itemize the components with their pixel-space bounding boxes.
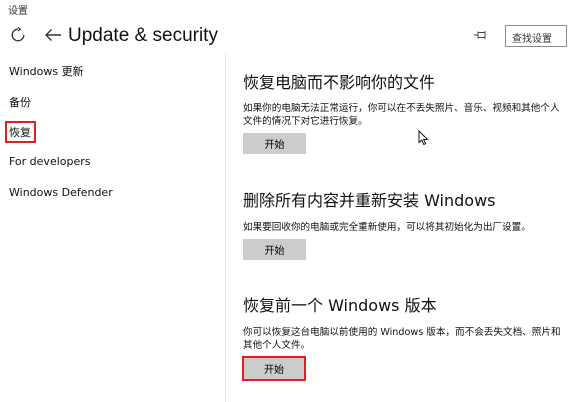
start-button-remove-everything[interactable]: 开始 (243, 239, 306, 260)
section-desc-remove-everything: 如果要回收你的电脑或完全重新使用，可以将其初始化为出厂设置。 (243, 222, 531, 233)
sidebar-item-windows-update[interactable]: Windows 更新 (9, 63, 84, 79)
pin-icon[interactable] (472, 27, 490, 43)
page-title: Update & security (68, 25, 218, 46)
refresh-icon[interactable] (9, 26, 27, 44)
sidebar-item-backup[interactable]: 备份 (9, 94, 31, 110)
sidebar-item-windows-defender[interactable]: Windows Defender (9, 186, 113, 199)
sidebar-item-for-developers[interactable]: For developers (9, 155, 91, 168)
section-title-remove-everything: 删除所有内容并重新安装 Windows (243, 191, 496, 210)
back-arrow-icon[interactable] (42, 24, 64, 46)
sidebar-item-recovery[interactable]: 恢复 (5, 121, 36, 143)
section-desc-go-back-previous: 你可以恢复这台电脑以前使用的 Windows 版本，而不会丢失文档、照片和其他个… (243, 327, 561, 351)
search-input[interactable]: 查找设置 (505, 25, 567, 47)
start-button-reset-keep-files[interactable]: 开始 (243, 133, 306, 154)
section-desc-reset-keep-files: 如果你的电脑无法正常运行，你可以在不丢失照片、音乐、视频和其他个人文件的情况下对… (243, 103, 560, 127)
window-title: 设置 (0, 0, 569, 18)
start-button-go-back-previous[interactable]: 开始 (242, 356, 306, 381)
section-title-reset-keep-files: 恢复电脑而不影响你的文件 (243, 73, 436, 92)
main-content: 恢复电脑而不影响你的文件 如果你的电脑无法正常运行，你可以在不丢失照片、音乐、视… (226, 54, 569, 402)
mouse-cursor-icon (418, 129, 430, 146)
sidebar: Windows 更新 备份 恢复 For developers Windows … (0, 54, 226, 402)
settings-window: 设置 Update & security 查找设置 Windows 更新 备份 … (0, 0, 569, 402)
section-title-go-back-previous: 恢复前一个 Windows 版本 (243, 296, 437, 315)
header-bar: Update & security 查找设置 (0, 18, 569, 54)
